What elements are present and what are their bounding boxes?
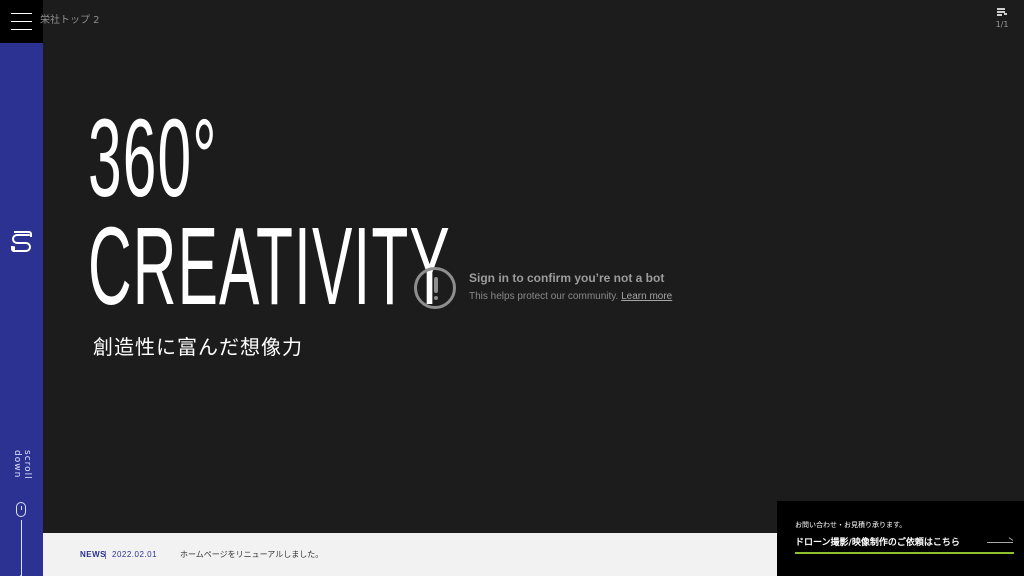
contact-button[interactable]: お問い合わせ・お見積り承ります。 ドローン撮影/映像制作のご依頼はこちら bbox=[777, 501, 1024, 576]
contact-main-text: ドローン撮影/映像制作のご依頼はこちら bbox=[795, 538, 960, 548]
news-bar[interactable]: NEWS | 2022.02.01 ホームページをリニューアルしました。 bbox=[43, 533, 777, 576]
hero-heading-line1: 360° bbox=[88, 97, 218, 220]
menu-icon bbox=[11, 29, 32, 30]
menu-button[interactable] bbox=[0, 0, 43, 43]
menu-icon bbox=[11, 21, 32, 22]
sidebar: scroll down bbox=[0, 43, 43, 576]
hero-subtitle: 創造性に富んだ想像力 bbox=[93, 335, 303, 359]
news-separator: | bbox=[104, 550, 107, 559]
logo-icon[interactable] bbox=[9, 229, 34, 254]
mouse-icon bbox=[16, 502, 26, 517]
bot-check-subtitle: This helps protect our community. Learn … bbox=[469, 291, 672, 302]
learn-more-link[interactable]: Learn more bbox=[621, 291, 672, 302]
playlist-button[interactable]: 1/1 bbox=[992, 8, 1012, 29]
scroll-down-label: scroll down bbox=[12, 450, 32, 480]
playlist-count: 1/1 bbox=[995, 20, 1009, 29]
playlist-icon bbox=[997, 8, 1007, 16]
contact-small-text: お問い合わせ・お見積り承ります。 bbox=[795, 521, 907, 529]
news-date: 2022.02.01 bbox=[112, 550, 158, 559]
hero-heading-line2: CREATIVITY bbox=[88, 205, 451, 328]
arrow-right-icon bbox=[987, 542, 1013, 543]
bot-check-title: Sign in to confirm you’re not a bot bbox=[469, 271, 665, 285]
video-title[interactable]: 栄社トップ 2 bbox=[40, 11, 100, 26]
bot-check-text: This helps protect our community. bbox=[469, 291, 619, 302]
menu-icon bbox=[11, 13, 32, 14]
alert-icon bbox=[414, 267, 456, 309]
scroll-line bbox=[21, 520, 22, 576]
contact-underline bbox=[795, 552, 1014, 554]
news-label: NEWS bbox=[80, 550, 106, 559]
news-text[interactable]: ホームページをリニューアルしました。 bbox=[180, 549, 323, 560]
